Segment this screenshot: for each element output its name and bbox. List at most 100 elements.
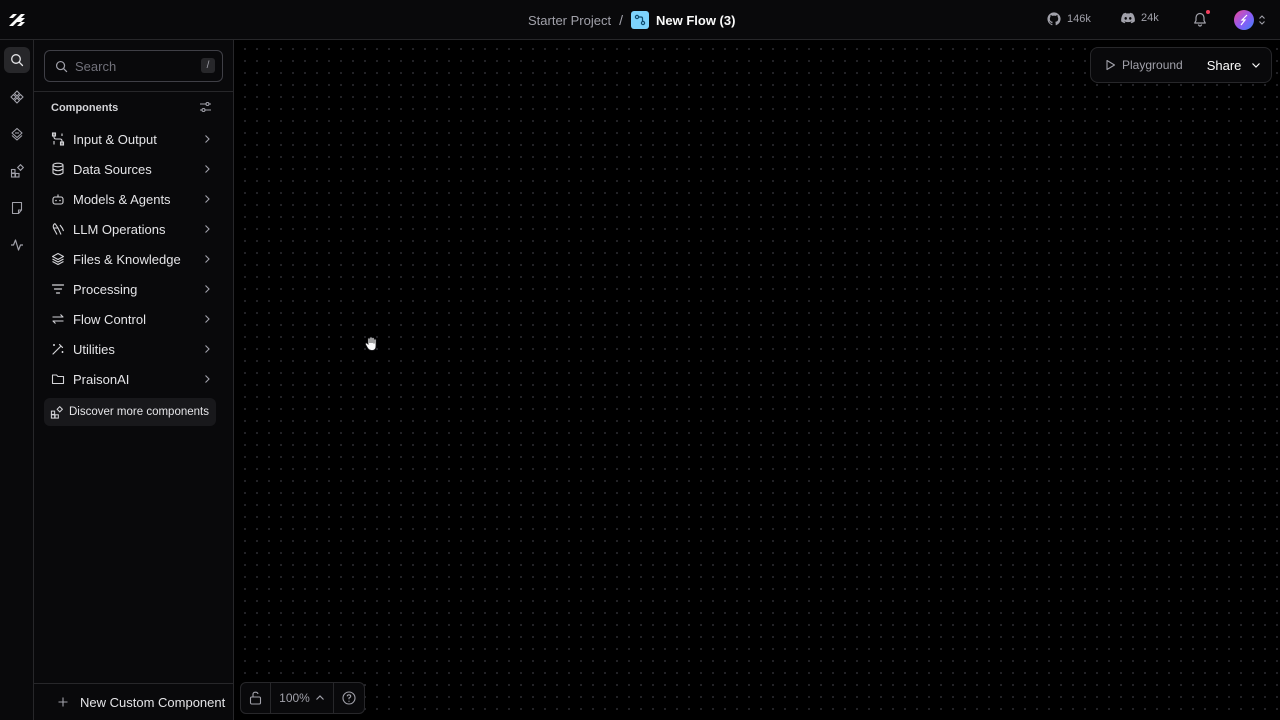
category-flow-control[interactable]: Flow Control — [44, 304, 216, 334]
avatar — [1234, 10, 1254, 30]
hand-cursor-icon — [364, 336, 378, 352]
chevron-right-icon — [202, 254, 212, 264]
share-button[interactable]: Share — [1207, 58, 1262, 73]
chevron-right-icon — [202, 344, 212, 354]
category-processing[interactable]: Processing — [44, 274, 216, 304]
new-custom-label: New Custom Component — [80, 694, 226, 710]
search-input[interactable] — [75, 58, 195, 74]
wand-icon — [51, 342, 65, 356]
filter-settings-icon[interactable] — [199, 101, 213, 115]
category-label: Flow Control — [73, 311, 146, 327]
canvas-toolbar: Playground Share — [1090, 47, 1272, 83]
filter-icon — [51, 282, 65, 296]
flow-canvas[interactable]: Playground Share 100% — [234, 40, 1280, 720]
layers-icon — [51, 252, 65, 266]
notification-dot — [1206, 10, 1210, 14]
store-icon — [50, 405, 63, 419]
chevron-down-icon — [1251, 60, 1261, 70]
category-label: LLM Operations — [73, 221, 166, 237]
chevron-right-icon — [202, 134, 212, 144]
icon-rail — [0, 40, 34, 720]
breadcrumb-project[interactable]: Starter Project — [528, 13, 611, 28]
category-label: Processing — [73, 281, 138, 297]
category-label: Utilities — [73, 341, 115, 357]
category-label: Data Sources — [73, 161, 152, 177]
help-button[interactable] — [334, 683, 364, 713]
category-label: Models & Agents — [73, 191, 171, 207]
sidebar-divider — [34, 91, 234, 92]
traces-icon — [10, 238, 24, 252]
rail-notes-button[interactable] — [4, 195, 30, 221]
share-label: Share — [1206, 57, 1242, 73]
chevron-right-icon — [202, 374, 212, 384]
notes-icon — [10, 201, 24, 215]
category-data-sources[interactable]: Data Sources — [44, 154, 216, 184]
category-models-agents[interactable]: Models & Agents — [44, 184, 216, 214]
canvas-controls: 100% — [240, 682, 365, 714]
top-bar: Starter Project / New Flow (3) 146k 24k — [0, 0, 1280, 40]
bot-icon — [51, 192, 65, 206]
plus-icon — [57, 696, 69, 708]
github-icon — [1047, 12, 1061, 26]
zoom-level: 100% — [279, 691, 310, 705]
notifications-bell-icon[interactable] — [1193, 10, 1210, 28]
category-utilities[interactable]: Utilities — [44, 334, 216, 364]
zoom-level-dropdown[interactable]: 100% — [271, 683, 334, 713]
chevron-up-icon — [315, 693, 325, 703]
discover-more-components-button[interactable]: Discover more components — [44, 398, 216, 426]
discord-members-link[interactable]: 24k — [1121, 12, 1159, 24]
arrows-icon — [51, 312, 65, 326]
chevron-right-icon — [202, 194, 212, 204]
category-llm-operations[interactable]: LLM Operations — [44, 214, 216, 244]
unlock-icon — [249, 691, 262, 705]
rail-search-button[interactable] — [4, 47, 30, 73]
category-label: PraisonAI — [73, 371, 130, 387]
user-menu[interactable] — [1234, 10, 1266, 30]
breadcrumb: Starter Project / New Flow (3) — [528, 0, 735, 40]
langflow-logo-icon[interactable] — [7, 10, 27, 30]
rail-traces-button[interactable] — [4, 232, 30, 258]
category-label: Input & Output — [73, 131, 157, 147]
help-circle-icon — [342, 691, 356, 705]
components-sidebar: / Components Input & Output Data Sources… — [34, 40, 234, 720]
bundles-icon — [10, 127, 24, 141]
playground-button[interactable]: Playground — [1091, 58, 1183, 72]
playground-label: Playground — [1122, 58, 1183, 72]
components-heading: Components — [51, 102, 119, 114]
discord-count: 24k — [1141, 12, 1159, 24]
sidebar-bottom-divider — [34, 683, 234, 684]
github-count: 146k — [1067, 13, 1091, 25]
rail-components-button[interactable] — [4, 84, 30, 110]
chevron-right-icon — [202, 284, 212, 294]
breadcrumb-separator: / — [619, 12, 623, 28]
discord-icon — [1121, 12, 1135, 24]
search-icon — [10, 53, 24, 67]
flow-icon — [630, 11, 649, 29]
chevron-right-icon — [202, 164, 212, 174]
category-label: Files & Knowledge — [73, 251, 181, 267]
folder-icon — [51, 372, 65, 386]
github-stars-link[interactable]: 146k — [1047, 12, 1091, 26]
rail-store-button[interactable] — [4, 158, 30, 184]
chevron-up-down-icon — [1258, 14, 1266, 26]
play-icon — [1105, 59, 1116, 71]
brain-icon — [51, 222, 65, 236]
category-list: Input & Output Data Sources Models & Age… — [44, 124, 216, 394]
category-input-output[interactable]: Input & Output — [44, 124, 216, 154]
discover-label: Discover more components — [69, 406, 209, 418]
breadcrumb-flow-name[interactable]: New Flow (3) — [656, 13, 735, 28]
chevron-right-icon — [202, 224, 212, 234]
category-praisonai[interactable]: PraisonAI — [44, 364, 216, 394]
chevron-right-icon — [202, 314, 212, 324]
lock-toggle-button[interactable] — [241, 683, 271, 713]
components-icon — [10, 90, 24, 104]
search-icon — [55, 60, 68, 73]
new-custom-component-button[interactable]: New Custom Component — [44, 690, 225, 714]
rail-bundles-button[interactable] — [4, 121, 30, 147]
search-shortcut-badge: / — [201, 58, 215, 73]
category-files-knowledge[interactable]: Files & Knowledge — [44, 244, 216, 274]
search-box[interactable]: / — [44, 50, 223, 82]
input-output-icon — [51, 132, 65, 146]
database-icon — [51, 162, 65, 176]
store-icon — [10, 164, 24, 178]
